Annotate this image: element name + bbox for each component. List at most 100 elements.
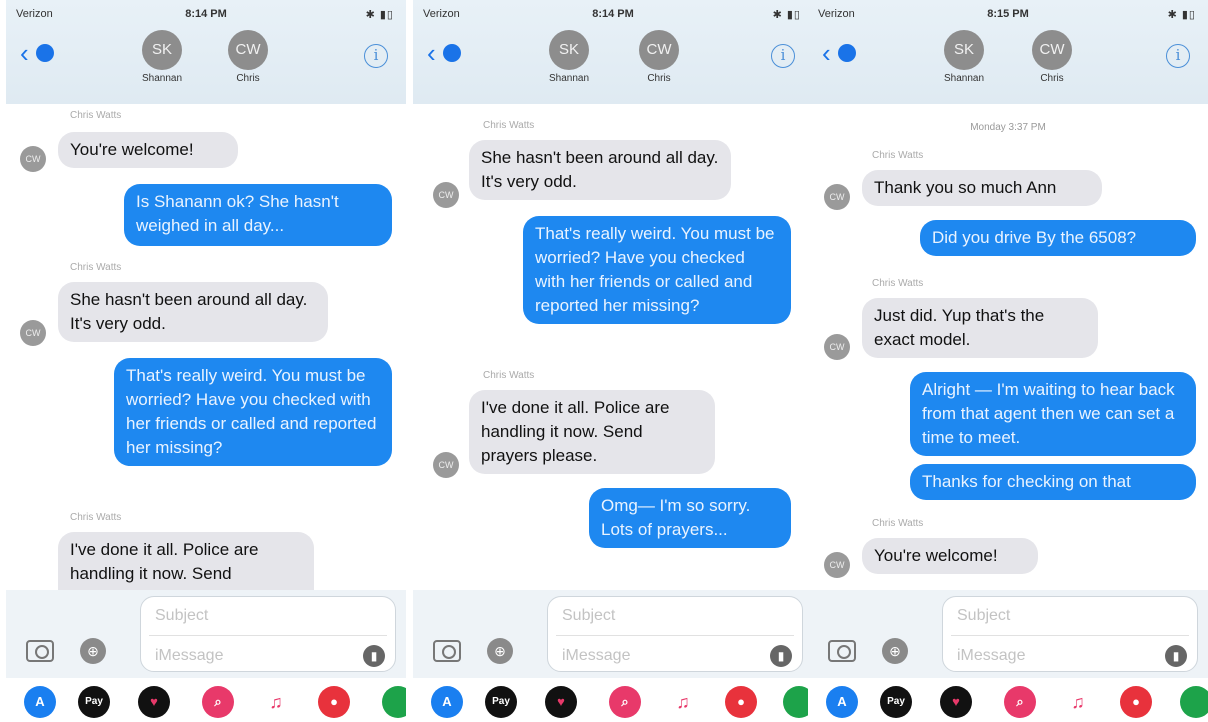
avatar: SK [944,30,984,70]
avatar: CW [1032,30,1072,70]
back-button[interactable]: ‹ [20,40,56,66]
battery-icon: ✱ ▮▯ [772,9,801,21]
app-store-icon[interactable]: A [826,686,858,718]
compose-bar: ⊕ Subject iMessage ▮ [808,590,1208,678]
info-button[interactable]: i [771,44,795,68]
avatar: CW [639,30,679,70]
outgoing-message[interactable]: Alright — I'm waiting to hear back from … [910,372,1196,456]
contact-shannan[interactable]: SK Shannan [934,30,994,84]
music-icon[interactable]: ♫ [260,686,292,718]
avatar: SK [142,30,182,70]
apple-pay-icon[interactable]: Pay [880,686,912,718]
green-app-icon[interactable] [1180,686,1208,718]
camera-icon[interactable] [26,640,54,662]
messages-screen-3: Verizon 8:15 PM ✱ ▮▯ ‹ SK Shannan CW Chr… [808,0,1208,722]
info-button[interactable]: i [364,44,388,68]
info-button[interactable]: i [1166,44,1190,68]
message-field[interactable]: iMessage [155,647,223,665]
outgoing-message[interactable]: Did you drive By the 6508? [920,220,1196,256]
avatar: CW [433,182,459,208]
message-input[interactable]: Subject iMessage ▮ [942,596,1198,672]
subject-field[interactable]: Subject [155,607,208,625]
status-time: 8:14 PM [185,8,227,20]
app-store-button[interactable]: ⊕ [80,638,106,664]
apple-pay-icon[interactable]: Pay [78,686,110,718]
compose-bar: ⊕ Subject iMessage ▮ [6,590,406,678]
contact-chris[interactable]: CW Chris [629,30,689,84]
video-app-icon[interactable]: ● [318,686,350,718]
messages-screen-2: Verizon 8:14 PM ✱ ▮▯ ‹ SK Shannan CW Chr… [413,0,813,722]
green-app-icon[interactable] [382,686,406,718]
images-search-icon[interactable]: ⌕ [609,686,641,718]
app-store-icon[interactable]: A [24,686,56,718]
contact-chris[interactable]: CW Chris [1022,30,1082,84]
message-thread[interactable]: Monday 3:37 PM Chris Watts CW Thank you … [808,104,1208,590]
subject-field[interactable]: Subject [957,607,1010,625]
message-thread[interactable]: Chris Watts CW You're welcome! Is Shanan… [6,104,406,590]
contact-name: Chris [647,73,671,84]
incoming-message[interactable]: I've done it all. Police are handling it… [469,390,715,474]
camera-icon[interactable] [433,640,461,662]
images-search-icon[interactable]: ⌕ [1004,686,1036,718]
back-button[interactable]: ‹ [822,40,858,66]
status-time: 8:14 PM [592,8,634,20]
digital-touch-icon[interactable]: ♥ [545,686,577,718]
status-bar: Verizon 8:14 PM ✱ ▮▯ [413,6,813,24]
battery-icon: ✱ ▮▯ [365,9,394,21]
message-input[interactable]: Subject iMessage ▮ [140,596,396,672]
thread-timestamp: Monday 3:37 PM [970,122,1046,133]
incoming-message[interactable]: She hasn't been around all day. It's ver… [58,282,328,342]
incoming-message[interactable]: You're welcome! [58,132,238,168]
app-store-button[interactable]: ⊕ [882,638,908,664]
message-input[interactable]: Subject iMessage ▮ [547,596,803,672]
app-store-button[interactable]: ⊕ [487,638,513,664]
incoming-message[interactable]: Thank you so much Ann [862,170,1102,206]
music-icon[interactable]: ♫ [1062,686,1094,718]
divider [951,635,1189,636]
battery-icon: ✱ ▮▯ [1167,9,1196,21]
contact-shannan[interactable]: SK Shannan [132,30,192,84]
incoming-message[interactable]: You're welcome! [862,538,1038,574]
message-field[interactable]: iMessage [957,647,1025,665]
subject-field[interactable]: Subject [562,607,615,625]
chevron-left-icon: ‹ [427,38,436,68]
message-thread[interactable]: Chris Watts CW She hasn't been around al… [413,104,813,590]
apple-pay-icon[interactable]: Pay [485,686,517,718]
contact-name: Shannan [943,73,985,84]
app-drawer: A Pay ♥ ⌕ ♫ ● [413,678,813,722]
outgoing-message[interactable]: That's really weird. You must be worried… [523,216,791,324]
contact-name: Shannan [141,73,183,84]
microphone-icon[interactable]: ▮ [363,645,385,667]
outgoing-message[interactable]: Is Shanann ok? She hasn't weighed in all… [124,184,392,246]
incoming-message[interactable]: She hasn't been around all day. It's ver… [469,140,731,200]
avatar: CW [824,552,850,578]
incoming-message[interactable]: I've done it all. Police are handling it… [58,532,314,590]
digital-touch-icon[interactable]: ♥ [940,686,972,718]
music-icon[interactable]: ♫ [667,686,699,718]
camera-icon[interactable] [828,640,856,662]
incoming-message[interactable]: Just did. Yup that's the exact model. [862,298,1098,358]
outgoing-message[interactable]: Omg— I'm so sorry. Lots of prayers... [589,488,791,548]
app-drawer: A Pay ♥ ⌕ ♫ ● [808,678,1208,722]
contact-chris[interactable]: CW Chris [218,30,278,84]
video-app-icon[interactable]: ● [1120,686,1152,718]
avatar: CW [20,320,46,346]
contact-name: Chris [1040,73,1064,84]
outgoing-message[interactable]: Thanks for checking on that [910,464,1196,500]
unread-badge [36,44,54,62]
images-search-icon[interactable]: ⌕ [202,686,234,718]
outgoing-message[interactable]: That's really weird. You must be worried… [114,358,392,466]
microphone-icon[interactable]: ▮ [1165,645,1187,667]
messages-screen-1: Verizon 8:14 PM ✱ ▮▯ ‹ SK Shannan CW Chr… [6,0,406,722]
back-button[interactable]: ‹ [427,40,463,66]
digital-touch-icon[interactable]: ♥ [138,686,170,718]
status-bar: Verizon 8:14 PM ✱ ▮▯ [6,6,406,24]
sender-name: Chris Watts [872,278,924,289]
microphone-icon[interactable]: ▮ [770,645,792,667]
app-store-icon[interactable]: A [431,686,463,718]
avatar: CW [228,30,268,70]
message-field[interactable]: iMessage [562,647,630,665]
video-app-icon[interactable]: ● [725,686,757,718]
contact-shannan[interactable]: SK Shannan [539,30,599,84]
avatar: SK [549,30,589,70]
